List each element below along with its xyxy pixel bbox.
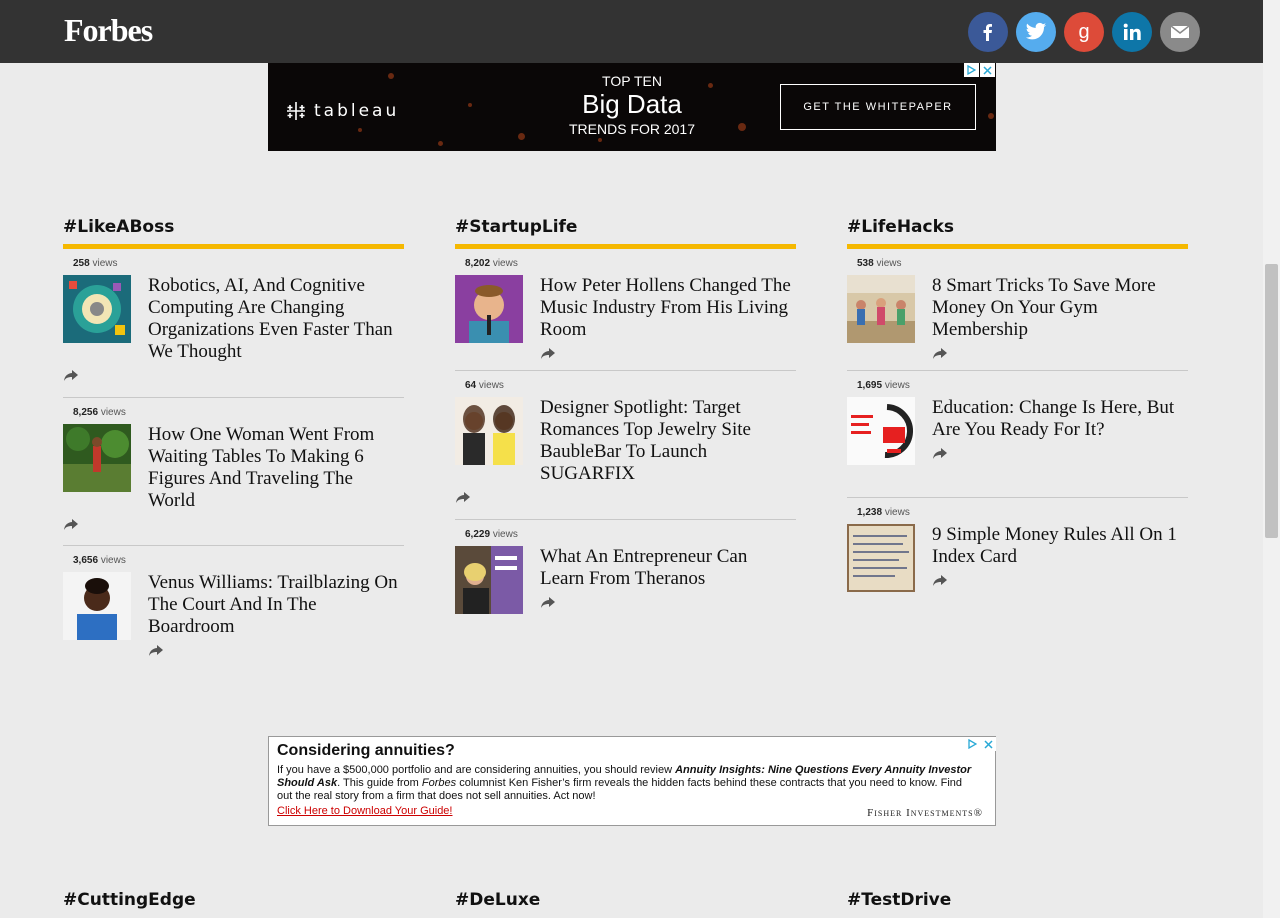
share-icon[interactable]	[455, 491, 471, 505]
view-count: 8,256 views	[73, 407, 126, 418]
tableau-logo: tableau	[284, 99, 399, 123]
page-scrollbar-thumb[interactable]	[1265, 264, 1278, 538]
adchoices-icon[interactable]	[965, 737, 980, 751]
view-count: 3,656 views	[73, 555, 126, 566]
list-item: 6,229 views What An Entrepreneur Can Lea…	[455, 520, 796, 614]
article-headline[interactable]: Venus Williams: Trailblazing On The Cour…	[148, 572, 404, 638]
section-title-testdrive[interactable]: #TestDrive	[847, 890, 951, 910]
view-count: 8,202 views	[465, 258, 518, 269]
article-thumbnail[interactable]	[455, 397, 523, 465]
section-lifehacks: #LifeHacks 538 views 8 Smart Tricks To S…	[847, 215, 1188, 592]
list-item: 538 views 8 Smart Tricks To Save More Mo…	[847, 249, 1188, 371]
twitter-icon	[1025, 22, 1047, 40]
article-thumbnail[interactable]	[63, 424, 131, 492]
ad-top-line3: TRENDS FOR 2017	[568, 121, 696, 137]
view-count: 1,695 views	[857, 380, 910, 391]
article-thumbnail[interactable]	[455, 275, 523, 343]
article-thumbnail[interactable]	[63, 572, 131, 640]
tableau-wordmark: tableau	[314, 101, 400, 121]
linkedin-icon	[1123, 23, 1141, 40]
view-count: 258 views	[73, 258, 118, 269]
get-whitepaper-button[interactable]: GET THE WHITEPAPER	[780, 84, 976, 130]
top-banner-ad[interactable]: tableau TOP TEN Big Data TRENDS FOR 2017…	[268, 63, 996, 151]
section-title-cuttingedge[interactable]: #CuttingEdge	[63, 890, 196, 910]
annuities-text-ad[interactable]: Considering annuities? If you have a $50…	[268, 736, 996, 826]
ad-close-icon[interactable]	[980, 63, 995, 77]
ad-top-line1: TOP TEN	[602, 73, 662, 89]
share-icon[interactable]	[932, 574, 948, 588]
ad-top-line2: Big Data	[582, 89, 682, 119]
article-headline[interactable]: Education: Change Is Here, But Are You R…	[932, 397, 1188, 441]
article-headline[interactable]: 8 Smart Tricks To Save More Money On You…	[932, 275, 1188, 341]
share-icon[interactable]	[63, 518, 79, 532]
ad-body: If you have a $500,000 portfolio and are…	[277, 764, 972, 802]
article-thumbnail[interactable]	[847, 275, 915, 343]
twitter-share-button[interactable]	[1016, 12, 1056, 52]
google-plus-share-button[interactable]: g	[1064, 12, 1104, 52]
ad-top-headline: TOP TEN Big Data TRENDS FOR 2017	[558, 73, 706, 137]
list-item: 1,695 views Education: Change Is Here, B…	[847, 371, 1188, 498]
section-title[interactable]: #LikeABoss	[63, 215, 404, 249]
article-headline[interactable]: How Peter Hollens Changed The Music Indu…	[540, 275, 796, 341]
ad-close-icon[interactable]	[981, 737, 996, 751]
section-title-deluxe[interactable]: #DeLuxe	[455, 890, 540, 910]
email-icon	[1170, 25, 1190, 38]
fisher-investments-logo: Fisher Investments®	[867, 807, 983, 819]
list-item: 3,656 views Venus Williams: Trailblazing…	[63, 546, 404, 658]
list-item: 1,238 views 9 Simple Money Rules All On …	[847, 498, 1188, 592]
forbes-logo[interactable]: Forbes	[64, 12, 153, 49]
tableau-cross-icon	[287, 102, 305, 120]
section-title[interactable]: #LifeHacks	[847, 215, 1188, 249]
view-count: 64 views	[465, 380, 504, 391]
share-icon[interactable]	[148, 644, 164, 658]
section-title[interactable]: #StartupLife	[455, 215, 796, 249]
view-count: 1,238 views	[857, 507, 910, 518]
section-startuplife: #StartupLife 8,202 views How Peter Holle…	[455, 215, 796, 614]
article-headline[interactable]: What An Entrepreneur Can Learn From Ther…	[540, 546, 796, 590]
view-count: 538 views	[857, 258, 902, 269]
share-icon[interactable]	[63, 369, 79, 383]
article-headline[interactable]: Designer Spotlight: Target Romances Top …	[540, 397, 796, 485]
article-headline[interactable]: Robotics, AI, And Cognitive Computing Ar…	[148, 275, 404, 363]
share-icon[interactable]	[932, 447, 948, 461]
article-headline[interactable]: 9 Simple Money Rules All On 1 Index Card	[932, 524, 1188, 568]
email-share-button[interactable]	[1160, 12, 1200, 52]
ad-title: Considering annuities?	[277, 742, 455, 759]
facebook-icon	[983, 24, 992, 41]
list-item: 8,202 views How Peter Hollens Changed Th…	[455, 249, 796, 371]
article-thumbnail[interactable]	[847, 397, 915, 465]
facebook-share-button[interactable]	[968, 12, 1008, 52]
adchoices-icon[interactable]	[964, 63, 979, 77]
svg-text:g: g	[1078, 21, 1089, 43]
download-guide-link[interactable]: Click Here to Download Your Guide!	[277, 805, 452, 817]
linkedin-share-button[interactable]	[1112, 12, 1152, 52]
list-item: 64 views Designer Spotlight: Target Roma…	[455, 371, 796, 520]
article-thumbnail[interactable]	[455, 546, 523, 614]
list-item: 258 views Robotics, AI, And Cognitive Co…	[63, 249, 404, 398]
section-likeaboss: #LikeABoss 258 views Robotics, AI, And C…	[63, 215, 404, 658]
share-icon[interactable]	[540, 596, 556, 610]
site-header: Forbes g	[0, 0, 1263, 63]
google-plus-icon: g	[1078, 21, 1089, 43]
article-headline[interactable]: How One Woman Went From Waiting Tables T…	[148, 424, 404, 512]
article-thumbnail[interactable]	[63, 275, 131, 343]
list-item: 8,256 views How One Woman Went From Wait…	[63, 398, 404, 546]
share-icon[interactable]	[540, 347, 556, 361]
view-count: 6,229 views	[465, 529, 518, 540]
share-icon[interactable]	[932, 347, 948, 361]
article-thumbnail[interactable]	[847, 524, 915, 592]
